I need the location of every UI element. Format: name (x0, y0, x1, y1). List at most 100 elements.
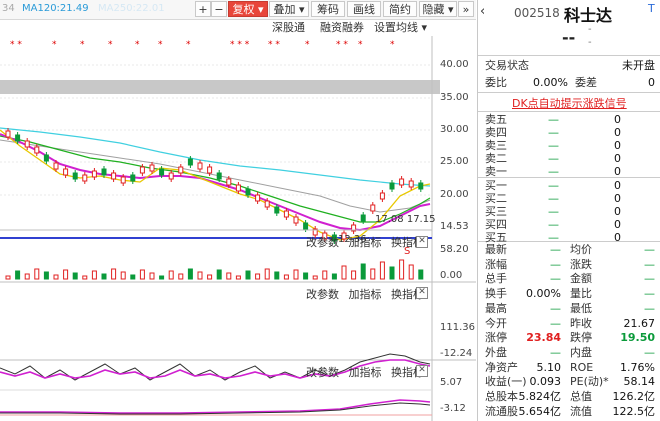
volume-bar (216, 269, 222, 280)
axis-main-25: 25.00 (440, 156, 469, 167)
candle-body (5, 130, 11, 138)
candle-body (120, 176, 126, 184)
axis-vol-zero: 0.00 (440, 270, 463, 281)
axis-main-40: 40.00 (440, 59, 469, 70)
candle-body (111, 172, 117, 180)
candle-body (34, 146, 40, 154)
volume-bar (245, 270, 251, 280)
candle-body (360, 214, 366, 222)
volume-bar (63, 269, 69, 280)
macd-close-icon[interactable]: ✕ (416, 287, 428, 299)
vol-jiazhibiao-button[interactable]: 加指标 (349, 236, 382, 249)
axis-main-35: 35.00 (440, 92, 469, 103)
candle-body (389, 182, 395, 190)
back-icon[interactable]: ‹ (480, 4, 485, 19)
stat-row: 最新 — 均价 — (485, 243, 655, 256)
volume-bar (149, 272, 155, 280)
buy-level-3: 买三 —0 (485, 205, 621, 218)
sell-level-3: 卖三 —0 (485, 139, 621, 152)
macd-jiazhibiao-button[interactable]: 加指标 (349, 288, 382, 301)
volume-bar (139, 269, 145, 280)
volume-bar (120, 271, 126, 280)
buy-level-1: 买一 —0 (485, 179, 621, 192)
status-row: 交易状态 未开盘 (485, 59, 655, 72)
sell-level-1: 卖一 —0 (485, 165, 621, 178)
candle-body (15, 134, 21, 142)
sell-level-5: 卖五 —0 (485, 113, 621, 126)
stat-row: 涨幅 — 涨跌 — (485, 257, 655, 271)
vol-gaicanshu-button[interactable]: 改参数 (306, 236, 339, 249)
stat-row: 外盘 — 内盘 — (485, 345, 655, 359)
macd-gaicanshu-button[interactable]: 改参数 (306, 288, 339, 301)
candle-body (399, 178, 405, 186)
buy-level-4: 买四 —0 (485, 218, 621, 231)
candle-body (370, 204, 376, 212)
candle-body (216, 172, 222, 180)
candle-body (82, 174, 88, 182)
volume-bar (341, 265, 347, 280)
svg-text:*: * (186, 40, 191, 50)
volume-bar (312, 275, 318, 280)
change-dash-2: - (588, 37, 592, 48)
volume-bar (399, 259, 405, 280)
candle-body (168, 172, 174, 180)
volume-bar (379, 261, 385, 280)
volume-bar (322, 270, 328, 280)
volume-bar (408, 264, 414, 280)
candle-body (197, 162, 203, 170)
axis-vol-max: 58.20 (440, 244, 469, 255)
sell-level-2: 卖二 —0 (485, 152, 621, 165)
candle-body (255, 194, 261, 202)
volume-bar (264, 268, 270, 280)
candle-body (303, 222, 309, 230)
volume-bar (351, 270, 357, 280)
kline-chart-area[interactable]: 34 MA120:21.49 MA250:22.01 + − 复权 ▾ 叠加 ▾… (0, 0, 476, 421)
axis-main-low: 14.53 (440, 221, 469, 232)
candle-body (53, 162, 59, 170)
stat-row: 涨停 23.84 跌停 19.50 (485, 331, 655, 345)
volume-bar (389, 266, 395, 280)
volume-bar (197, 271, 203, 280)
t-icon[interactable]: T (648, 2, 655, 15)
candle-body (408, 180, 414, 188)
candle-body (43, 154, 49, 162)
kdj-panel-bar: 改参数 加指标 换指标 (306, 364, 430, 379)
stock-name: 科士达 (564, 6, 613, 25)
candle-body (274, 206, 280, 214)
candle-body (418, 182, 424, 190)
volume-bar (283, 274, 289, 280)
stat-row: 总股本 5.824亿 总值 126.2亿 (485, 390, 655, 403)
volume-bar (187, 268, 193, 280)
candle-body (178, 166, 184, 174)
volume-bar (207, 274, 213, 280)
axis-kdj-max: 5.07 (440, 377, 463, 388)
dk-signal-link[interactable]: DK点自动提示涨跌信号 (512, 95, 627, 111)
volume-bar (303, 272, 309, 280)
kdj-jiazhibiao-button[interactable]: 加指标 (349, 366, 382, 379)
candle-body (139, 166, 145, 174)
candle-body (264, 200, 270, 208)
volume-bar (82, 275, 88, 280)
svg-text:*: * (158, 40, 163, 50)
volume-bar (91, 270, 97, 280)
candle-body (283, 210, 289, 218)
stat-row: 流通股 5.654亿 流值 122.5亿 (485, 404, 655, 418)
volume-bar (370, 268, 376, 280)
candle-body (226, 178, 232, 186)
volume-bar (331, 273, 337, 280)
vol-close-icon[interactable]: ✕ (416, 236, 428, 248)
chart-svg: * * * * * * * * * * * * * * * * * * 17.08 17.15 … (0, 36, 476, 421)
axis-main-30: 30.00 (440, 124, 469, 135)
kdj-close-icon[interactable]: ✕ (416, 365, 428, 377)
svg-text:* *: * * (268, 40, 280, 50)
svg-text:*: * (135, 40, 140, 50)
candle-body (293, 216, 299, 224)
stat-row: 收益(一) 0.093 PE(动)* 58.14 (485, 375, 655, 389)
candle-body (187, 158, 193, 166)
volume-bar (159, 275, 165, 280)
volume-bar (130, 274, 136, 280)
volume-bar (53, 274, 59, 280)
volume-bar (226, 272, 232, 280)
kdj-gaicanshu-button[interactable]: 改参数 (306, 366, 339, 379)
stat-row: 净资产 5.10 ROE 1.76% (485, 360, 655, 374)
